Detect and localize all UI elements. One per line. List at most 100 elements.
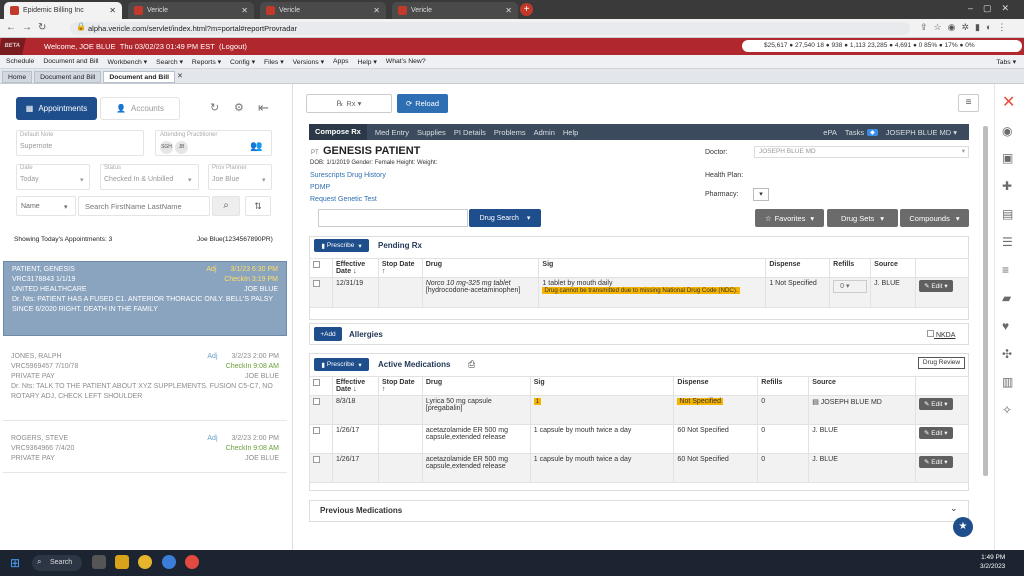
- menu-workbench[interactable]: Workbench ▾: [108, 58, 148, 66]
- app-icon[interactable]: [185, 555, 199, 569]
- pdmp-link[interactable]: PDMP: [310, 184, 330, 191]
- rx-tab-pi-details[interactable]: PI Details: [454, 128, 486, 137]
- gear-icon[interactable]: ⚙: [234, 101, 244, 114]
- favorite-star-icon[interactable]: ★: [953, 517, 973, 537]
- row-checkbox[interactable]: [313, 398, 320, 405]
- compounds-button[interactable]: Compounds ▾: [900, 209, 969, 227]
- select-all-checkbox[interactable]: [313, 261, 320, 268]
- menu-tabs[interactable]: Tabs ▾: [996, 58, 1016, 66]
- tab-document-bill-2[interactable]: Document and Bill: [103, 71, 175, 83]
- menu-schedule[interactable]: Schedule: [6, 58, 34, 65]
- prescriber-select[interactable]: JOSEPH BLUE MD ▾: [886, 128, 957, 137]
- user-circle-icon[interactable]: ◉: [1002, 124, 1012, 138]
- accounts-button[interactable]: 👤 Accounts: [100, 97, 180, 120]
- genetic-test-link[interactable]: Request Genetic Test: [310, 196, 377, 203]
- refills-select[interactable]: 0 ▾: [833, 280, 868, 293]
- rx-tab-help[interactable]: Help: [563, 128, 578, 137]
- edit-button[interactable]: ✎ Edit ▾: [919, 427, 953, 439]
- print-icon[interactable]: ⎙: [468, 359, 475, 370]
- add-list-icon[interactable]: ≡: [1002, 263, 1009, 277]
- appointment-item-selected[interactable]: PATIENT, GENESIS VRC3178843 1/1/19 UNITE…: [3, 261, 287, 336]
- close-icon[interactable]: ✕: [241, 6, 248, 15]
- close-icon[interactable]: ✕: [109, 6, 116, 15]
- tab-home[interactable]: Home: [2, 71, 33, 83]
- favorites-button[interactable]: ☆ Favorites ▾: [755, 209, 824, 227]
- refresh-icon[interactable]: ↻: [210, 101, 219, 114]
- menu-config[interactable]: Config ▾: [230, 58, 255, 66]
- select-all-checkbox[interactable]: [313, 379, 320, 386]
- rx-tab-tasks[interactable]: Tasks: [845, 128, 864, 137]
- clipboard-icon[interactable]: ▤: [1002, 207, 1013, 221]
- nkda-checkbox[interactable]: NKDA: [927, 330, 955, 339]
- doctor-select[interactable]: JOSEPH BLUE MD ▾: [754, 146, 969, 158]
- rx-tab-epa[interactable]: ePA: [823, 128, 837, 137]
- drug-review-button[interactable]: Drug Review: [918, 357, 965, 369]
- adj-link[interactable]: Adj: [206, 266, 216, 273]
- practice-stats[interactable]: $25,617 ● 27,540 18 ● 938 ● 1,113 23,285…: [742, 40, 1022, 52]
- medical-plus-icon[interactable]: ✚: [1002, 179, 1012, 193]
- book-icon[interactable]: ▥: [1002, 375, 1013, 389]
- adj-link[interactable]: Adj: [207, 353, 217, 360]
- reload-button[interactable]: ⟳ Reload: [397, 94, 448, 113]
- edit-button[interactable]: ✎ Edit ▾: [919, 280, 953, 292]
- menu-apps[interactable]: Apps: [333, 58, 349, 65]
- forward-icon[interactable]: →: [22, 22, 32, 33]
- chevron-down-icon[interactable]: ⌄: [950, 503, 958, 514]
- task-view-icon[interactable]: [92, 555, 106, 569]
- surescripts-link[interactable]: Surescripts Drug History: [310, 172, 386, 179]
- figure-icon[interactable]: ✧: [1002, 403, 1012, 417]
- menu-help[interactable]: Help ▾: [358, 58, 377, 66]
- menu-whats-new[interactable]: What's New?: [386, 58, 426, 65]
- heart-icon[interactable]: ♥: [1002, 319, 1009, 333]
- col-stop-date[interactable]: Stop Date ↑: [377, 376, 423, 396]
- rx-select[interactable]: ℞ Rx ▾: [306, 94, 392, 113]
- extension-icons[interactable]: ⇪☆◉✲▮◐⋮: [920, 22, 1012, 33]
- pharmacy-select[interactable]: ▾: [753, 188, 769, 201]
- scrollbar[interactable]: [983, 126, 988, 476]
- edit-button[interactable]: ✎ Edit ▾: [919, 456, 953, 468]
- new-tab-icon[interactable]: +: [520, 3, 533, 16]
- rx-tab-supplies[interactable]: Supplies: [417, 128, 446, 137]
- close-icon[interactable]: ✕: [505, 6, 512, 15]
- prescribe-button[interactable]: ▮ Prescribe ▾: [314, 239, 369, 252]
- rx-tab-med-entry[interactable]: Med Entry: [375, 128, 409, 137]
- appointment-item[interactable]: JONES, RALPH VRC5969457 7/10/78 PRIVATE …: [3, 349, 287, 421]
- row-checkbox[interactable]: [313, 280, 320, 287]
- menu-reports[interactable]: Reports ▾: [192, 58, 221, 66]
- adj-link[interactable]: Adj: [207, 435, 217, 442]
- search-button[interactable]: ⌕: [212, 196, 240, 216]
- previous-medications-section[interactable]: [309, 500, 969, 522]
- col-stop-date[interactable]: Stop Date ↑: [377, 258, 423, 278]
- menu-versions[interactable]: Versions ▾: [293, 58, 324, 66]
- menu-files[interactable]: Files ▾: [264, 58, 284, 66]
- drug-search-button[interactable]: Drug Search ▾: [469, 209, 541, 227]
- row-checkbox[interactable]: [313, 427, 320, 434]
- close-icon[interactable]: ✕: [1002, 92, 1015, 112]
- taskbar-clock[interactable]: 1:49 PM 3/2/2023: [980, 553, 1005, 571]
- image-icon[interactable]: ▣: [1002, 151, 1013, 165]
- appointments-button[interactable]: ▦ Appointments: [16, 97, 97, 120]
- row-checkbox[interactable]: [313, 456, 320, 463]
- menu-document-bill[interactable]: Document and Bill: [43, 58, 98, 65]
- col-effective-date[interactable]: Effective Date ↓: [331, 258, 379, 278]
- add-allergy-button[interactable]: + Add: [314, 327, 342, 341]
- windows-start-icon[interactable]: ⊞: [10, 556, 20, 570]
- sort-button[interactable]: ⇅: [245, 196, 271, 216]
- back-icon[interactable]: ←: [6, 22, 16, 33]
- tab-document-bill-1[interactable]: Document and Bill: [34, 71, 102, 83]
- rx-tab-admin[interactable]: Admin: [534, 128, 555, 137]
- drug-sets-button[interactable]: Drug Sets ▾: [827, 209, 898, 227]
- browser-tab-3[interactable]: Vericle ✕: [260, 2, 386, 19]
- close-icon[interactable]: ✕: [373, 6, 380, 15]
- logout-link[interactable]: (Logout): [219, 42, 247, 51]
- browser-tab-1[interactable]: Epidemic Billing Inc ✕: [4, 2, 122, 19]
- folder-icon[interactable]: ▰: [1002, 291, 1011, 305]
- drug-search-input[interactable]: [318, 209, 468, 227]
- browser-tab-2[interactable]: Vericle ✕: [128, 2, 254, 19]
- list-icon[interactable]: ☰: [1002, 235, 1013, 249]
- chrome-icon[interactable]: [138, 555, 152, 569]
- refresh-icon[interactable]: ↻: [38, 22, 46, 33]
- puzzle-icon[interactable]: ✣: [1002, 347, 1012, 361]
- browser-tab-4[interactable]: Vericle ✕: [392, 2, 518, 19]
- menu-icon[interactable]: ≡: [958, 94, 979, 112]
